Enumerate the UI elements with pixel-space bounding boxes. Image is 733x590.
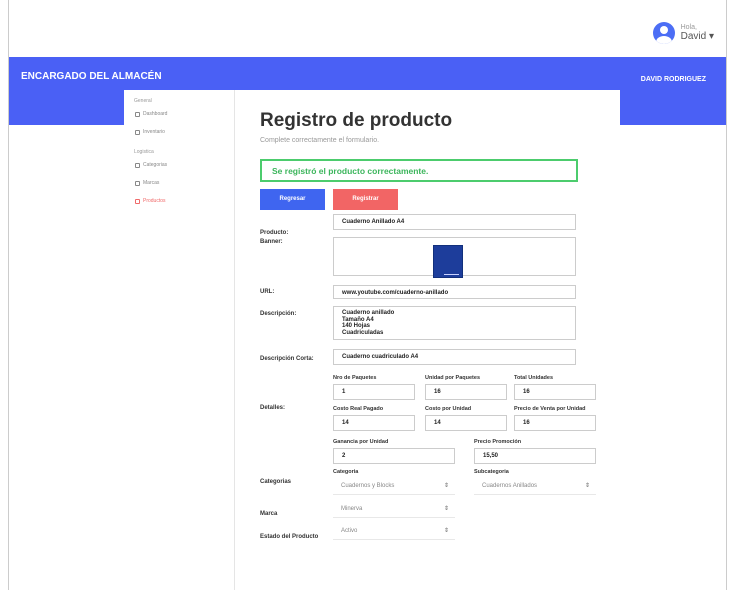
sidebar-item-inventory[interactable]: Inventario	[124, 123, 234, 141]
subcategory-select[interactable]: Cuadernos Anillados ⇕	[474, 479, 596, 495]
category-icon	[135, 163, 140, 168]
short-description-label: Descripción Corta:	[260, 356, 314, 362]
sidebar-item-brands[interactable]: Marcas	[124, 174, 234, 192]
tag-icon	[135, 181, 140, 186]
profit-label: Ganancia por Unidad	[333, 439, 389, 445]
description-label: Descripción:	[260, 311, 297, 317]
sidebar-item-label: Inventario	[143, 129, 165, 135]
success-alert: Se registró el producto correctamente.	[260, 159, 578, 182]
url-label: URL:	[260, 289, 275, 295]
user-greeting: Hola, David ▾	[681, 24, 714, 43]
chevron-down-icon: ▾	[708, 31, 714, 43]
product-label: Producto:	[260, 230, 289, 236]
cost-per-unit-label: Costo por Unidad	[425, 406, 472, 412]
status-label: Estado del Producto	[260, 534, 319, 540]
sidebar: General Dashboard Inventario Logistica C…	[124, 90, 235, 590]
total-units-input[interactable]: 16	[514, 384, 596, 400]
real-cost-input[interactable]: 14	[333, 415, 415, 431]
packages-input[interactable]: 1	[333, 384, 415, 400]
description-input[interactable]: Cuaderno anillado Tamaño A4 140 Hojas Cu…	[333, 306, 576, 340]
brand-label: Marca	[260, 511, 278, 517]
select-arrow-icon: ⇕	[443, 506, 449, 512]
top-bar: Hola, David ▾	[9, 0, 726, 57]
banner-image	[433, 245, 463, 278]
back-button[interactable]: Regresar	[260, 189, 325, 210]
promo-price-label: Precio Promoción	[474, 439, 522, 445]
category-label: Categoria	[333, 469, 359, 475]
profit-input[interactable]: 2	[333, 448, 455, 464]
cost-per-unit-input[interactable]: 14	[425, 415, 507, 431]
page-title: Registro de producto	[260, 110, 453, 131]
sidebar-item-dashboard[interactable]: Dashboard	[124, 105, 234, 123]
admin-name: DAVID RODRIGUEZ	[640, 76, 706, 83]
app-window: Hola, David ▾ ENCARGADO DEL ALMACÉN DAVI…	[8, 0, 727, 590]
banner-label: Banner:	[260, 239, 283, 245]
dashboard-icon	[135, 112, 140, 117]
categories-label: Categorias	[260, 479, 292, 485]
select-arrow-icon: ⇕	[443, 528, 449, 534]
subcategory-selected-value: Cuadernos Anillados	[482, 483, 538, 489]
brand-select[interactable]: Minerva ⇕	[333, 502, 455, 518]
promo-price-input[interactable]: 15,50	[474, 448, 596, 464]
total-units-label: Total Unidades	[514, 375, 554, 381]
product-input[interactable]: Cuaderno Anillado A4	[333, 214, 576, 230]
sidebar-item-label: Categorias	[143, 162, 168, 168]
select-arrow-icon: ⇕	[443, 483, 449, 489]
sidebar-item-label: Marcas	[143, 180, 160, 186]
page-subtitle: Complete correctamente el formulario.	[260, 137, 380, 144]
banner-image-box[interactable]	[333, 237, 576, 278]
url-input[interactable]: www.youtube.com/cuaderno-anillado	[333, 285, 576, 299]
subcategory-label: Subcategoria	[474, 469, 509, 475]
brand-selected-value: Minerva	[341, 506, 363, 512]
brand-title: ENCARGADO DEL ALMACÉN	[21, 71, 162, 82]
sidebar-item-categories[interactable]: Categorias	[124, 156, 234, 174]
packages-label: Nro de Paquetes	[333, 375, 377, 381]
units-per-package-input[interactable]: 16	[425, 384, 507, 400]
status-selected-value: Activo	[341, 528, 358, 534]
sidebar-item-label: Productos	[143, 198, 166, 204]
category-select[interactable]: Cuadernos y Blocks ⇕	[333, 479, 455, 495]
status-select[interactable]: Activo ⇕	[333, 524, 455, 540]
user-name: David ▾	[681, 31, 714, 42]
sidebar-item-label: Dashboard	[143, 111, 168, 117]
register-button[interactable]: Registrar	[333, 189, 398, 210]
real-cost-label: Costo Real Pagado	[333, 406, 384, 412]
greeting-text: Hola,	[680, 23, 697, 31]
units-per-package-label: Unidad por Paquetes	[425, 375, 481, 381]
category-selected-value: Cuadernos y Blocks	[341, 483, 395, 489]
product-icon	[135, 199, 140, 204]
sidebar-section-general: General	[134, 98, 152, 104]
sidebar-item-products[interactable]: Productos	[124, 192, 234, 210]
sidebar-section-logistics: Logistica	[134, 149, 154, 155]
avatar-icon	[652, 22, 675, 44]
short-description-input[interactable]: Cuaderno cuadriculado A4	[333, 349, 576, 365]
inventory-icon	[135, 130, 140, 135]
details-label: Detalles:	[260, 405, 286, 411]
select-arrow-icon: ⇕	[584, 483, 590, 489]
main-content: Registro de producto Complete correctame…	[235, 90, 620, 590]
user-menu[interactable]: Hola, David ▾	[652, 22, 714, 44]
sale-price-label: Precio de Venta por Unidad	[514, 406, 586, 412]
sale-price-input[interactable]: 16	[514, 415, 596, 431]
user-name-text: David	[680, 31, 707, 43]
